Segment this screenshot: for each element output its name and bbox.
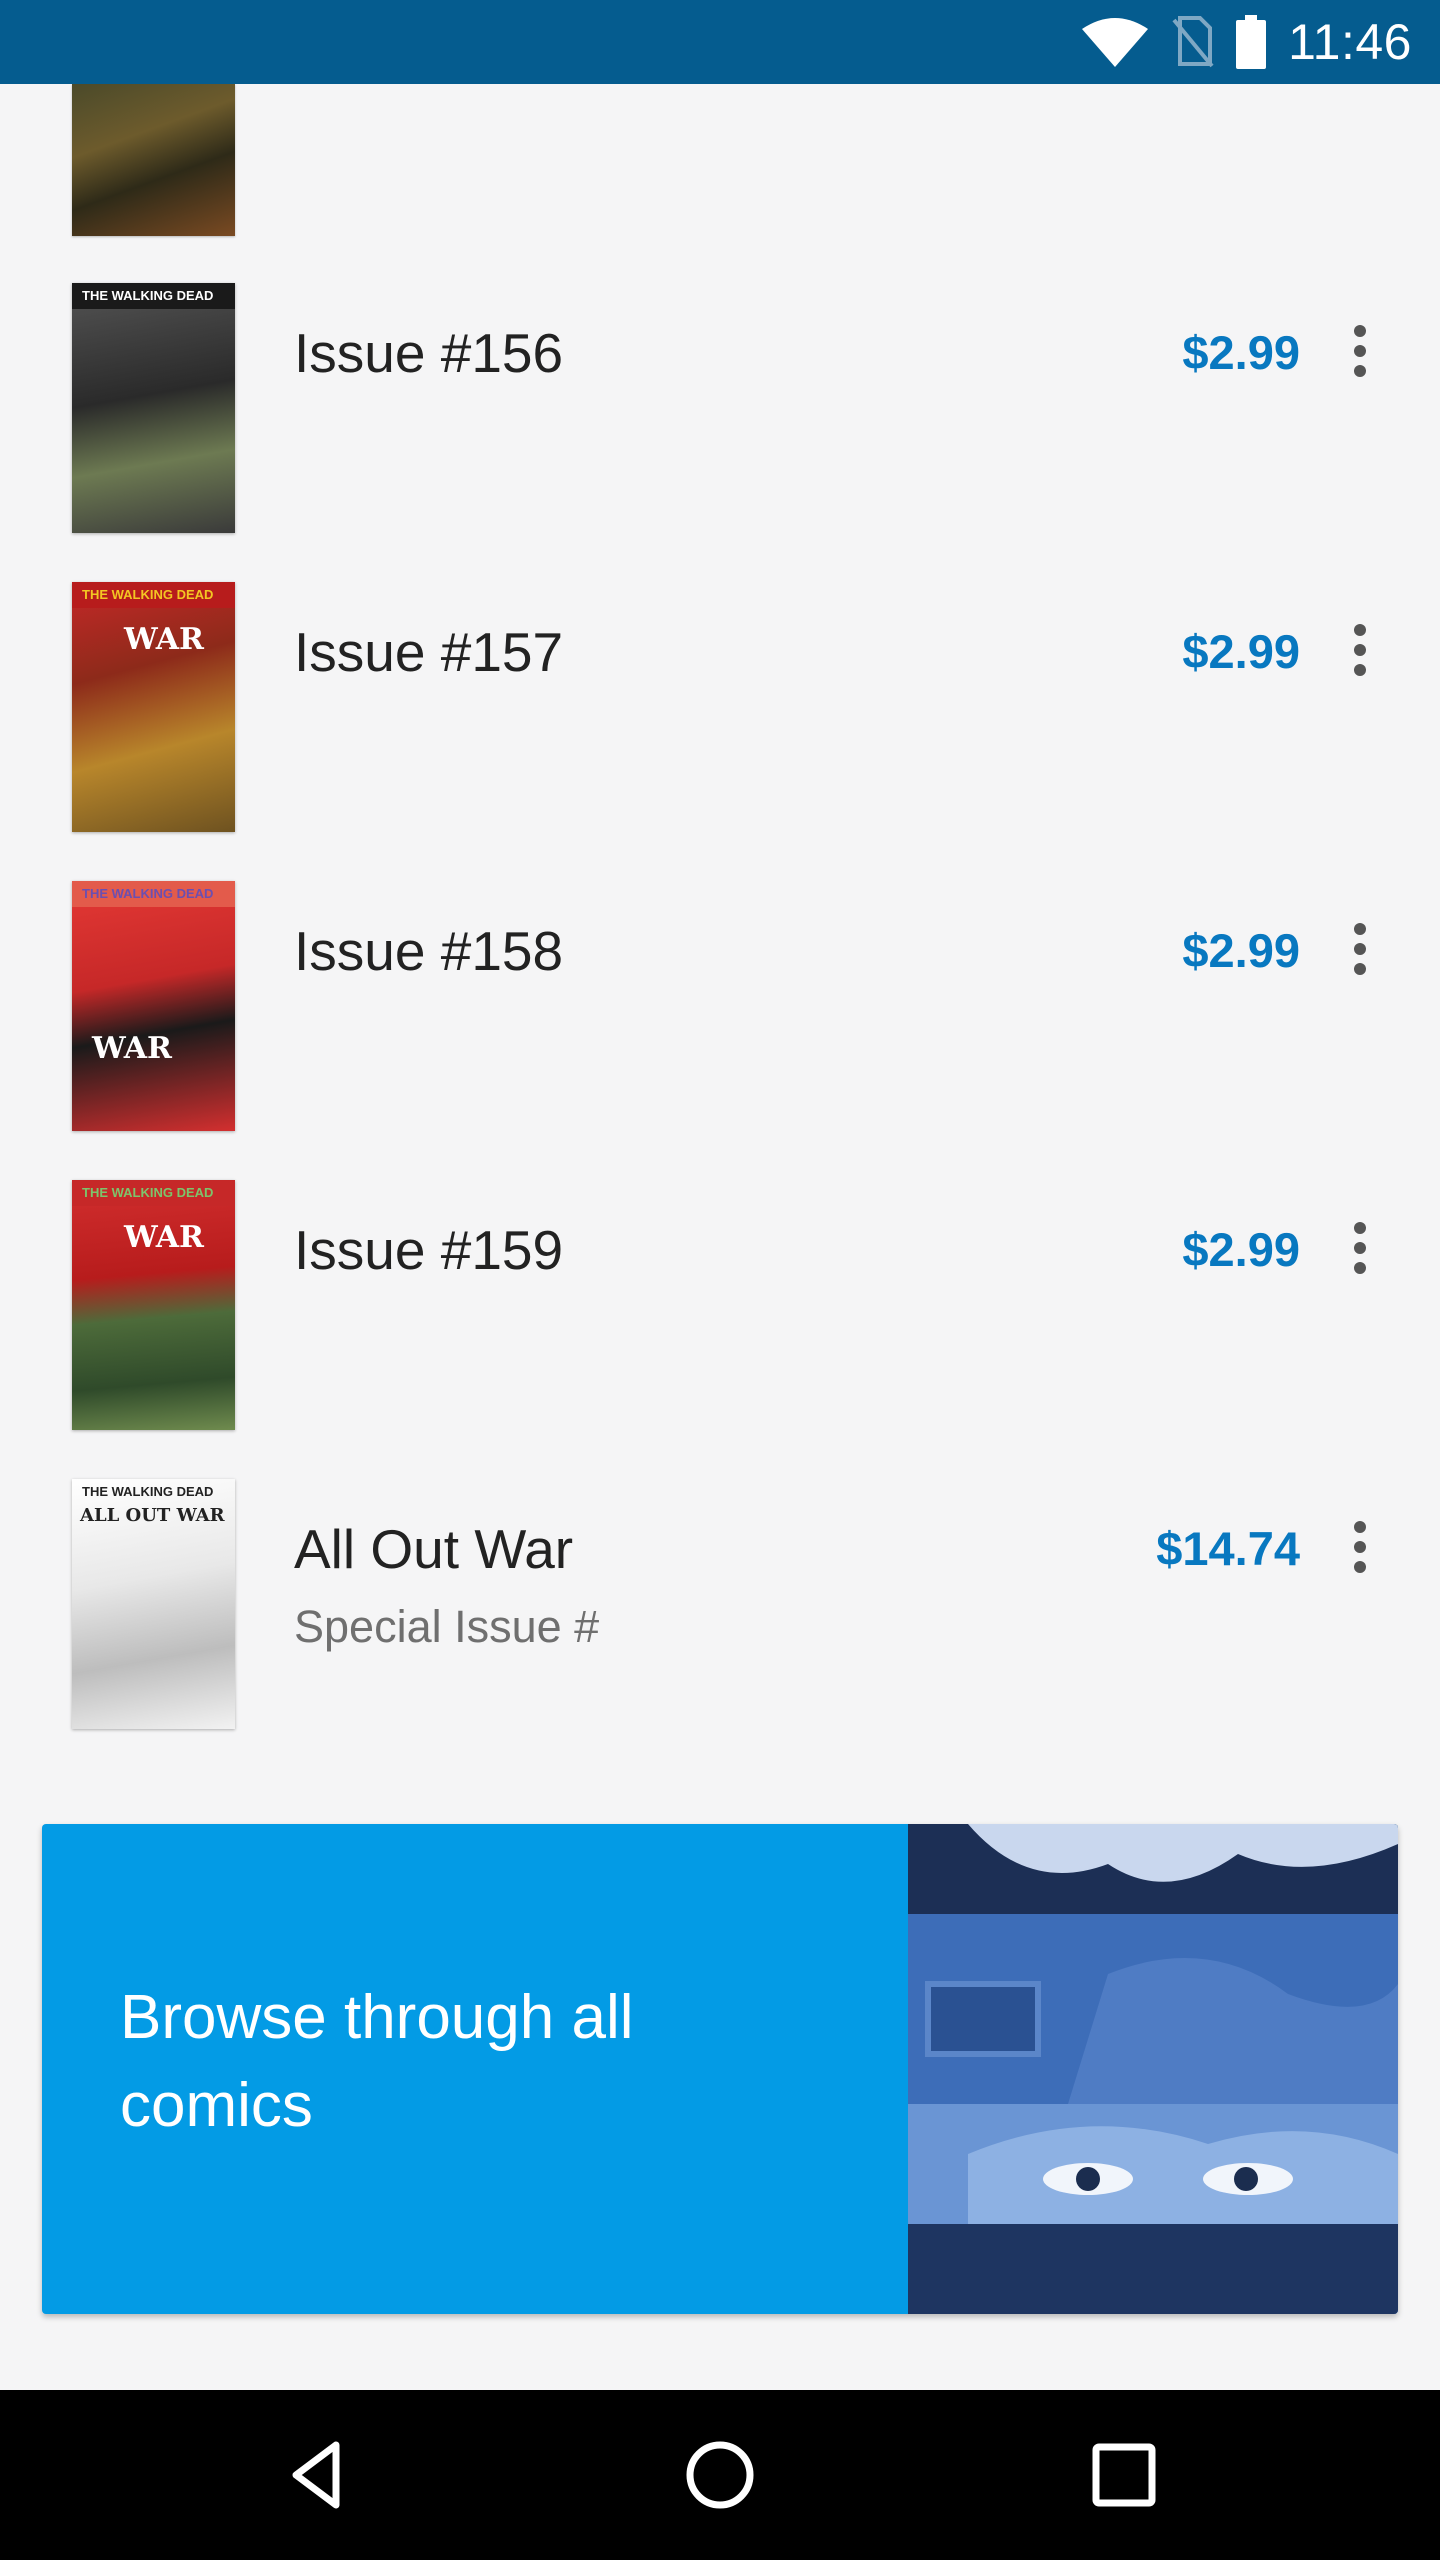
- issue-title: Issue #158: [294, 920, 564, 982]
- back-icon[interactable]: [266, 2425, 366, 2525]
- battery-icon: [1236, 15, 1267, 69]
- issue-price[interactable]: $2.99: [1182, 923, 1300, 978]
- issue-row-158[interactable]: THE WALKING DEAD WAR Issue #158 $2.99: [0, 881, 1440, 1180]
- status-time: 11:46: [1288, 14, 1412, 70]
- issue-cover[interactable]: THE WALKING DEAD WAR: [72, 881, 235, 1131]
- more-options-icon[interactable]: [1340, 919, 1380, 979]
- banner-label: Browse through all comics: [120, 1983, 634, 2140]
- issue-price[interactable]: $2.99: [1182, 624, 1300, 679]
- issue-list: THE WALKING DEAD Issue #156 $2.99 THE WA…: [0, 84, 1440, 1754]
- more-options-icon[interactable]: [1340, 620, 1380, 680]
- status-icons: 11:46: [1082, 0, 1412, 84]
- issue-cover[interactable]: THE WALKING DEAD WAR: [72, 582, 235, 832]
- more-options-icon[interactable]: [1340, 1517, 1380, 1577]
- issue-title: All Out War: [294, 1518, 574, 1580]
- comic-art-image: [908, 1824, 1398, 2314]
- issue-subtitle: Special Issue #: [294, 1601, 600, 1652]
- wifi-icon: [1082, 18, 1149, 67]
- recents-icon[interactable]: [1074, 2425, 1174, 2525]
- issue-row-157[interactable]: THE WALKING DEAD WAR Issue #157 $2.99: [0, 582, 1440, 881]
- comic-list-content[interactable]: THE WALKING DEAD Issue #156 $2.99 THE WA…: [0, 84, 1440, 2390]
- issue-row-156[interactable]: THE WALKING DEAD Issue #156 $2.99: [0, 283, 1440, 582]
- issue-title: Issue #157: [294, 621, 564, 683]
- issue-cover-partial[interactable]: [72, 84, 235, 236]
- browse-all-comics-banner[interactable]: Browse through all comics: [42, 1824, 1398, 2314]
- issue-price[interactable]: $14.74: [1156, 1521, 1300, 1576]
- no-sim-icon: [1172, 16, 1214, 68]
- issue-title: Issue #156: [294, 322, 564, 384]
- more-options-icon[interactable]: [1340, 1218, 1380, 1278]
- home-icon[interactable]: [670, 2425, 770, 2525]
- issue-price[interactable]: $2.99: [1182, 325, 1300, 380]
- issue-row-all-out-war[interactable]: THE WALKING DEAD ALL OUT WAR All Out War…: [0, 1479, 1440, 1778]
- issue-cover[interactable]: THE WALKING DEAD WAR: [72, 1180, 235, 1430]
- more-options-icon[interactable]: [1340, 321, 1380, 381]
- issue-title: Issue #159: [294, 1219, 564, 1281]
- issue-cover[interactable]: THE WALKING DEAD: [72, 283, 235, 533]
- status-bar: 11:46: [0, 0, 1440, 84]
- issue-cover[interactable]: THE WALKING DEAD ALL OUT WAR: [72, 1479, 235, 1729]
- issue-price[interactable]: $2.99: [1182, 1222, 1300, 1277]
- navigation-bar: [0, 2390, 1440, 2560]
- issue-row-159[interactable]: THE WALKING DEAD WAR Issue #159 $2.99: [0, 1180, 1440, 1479]
